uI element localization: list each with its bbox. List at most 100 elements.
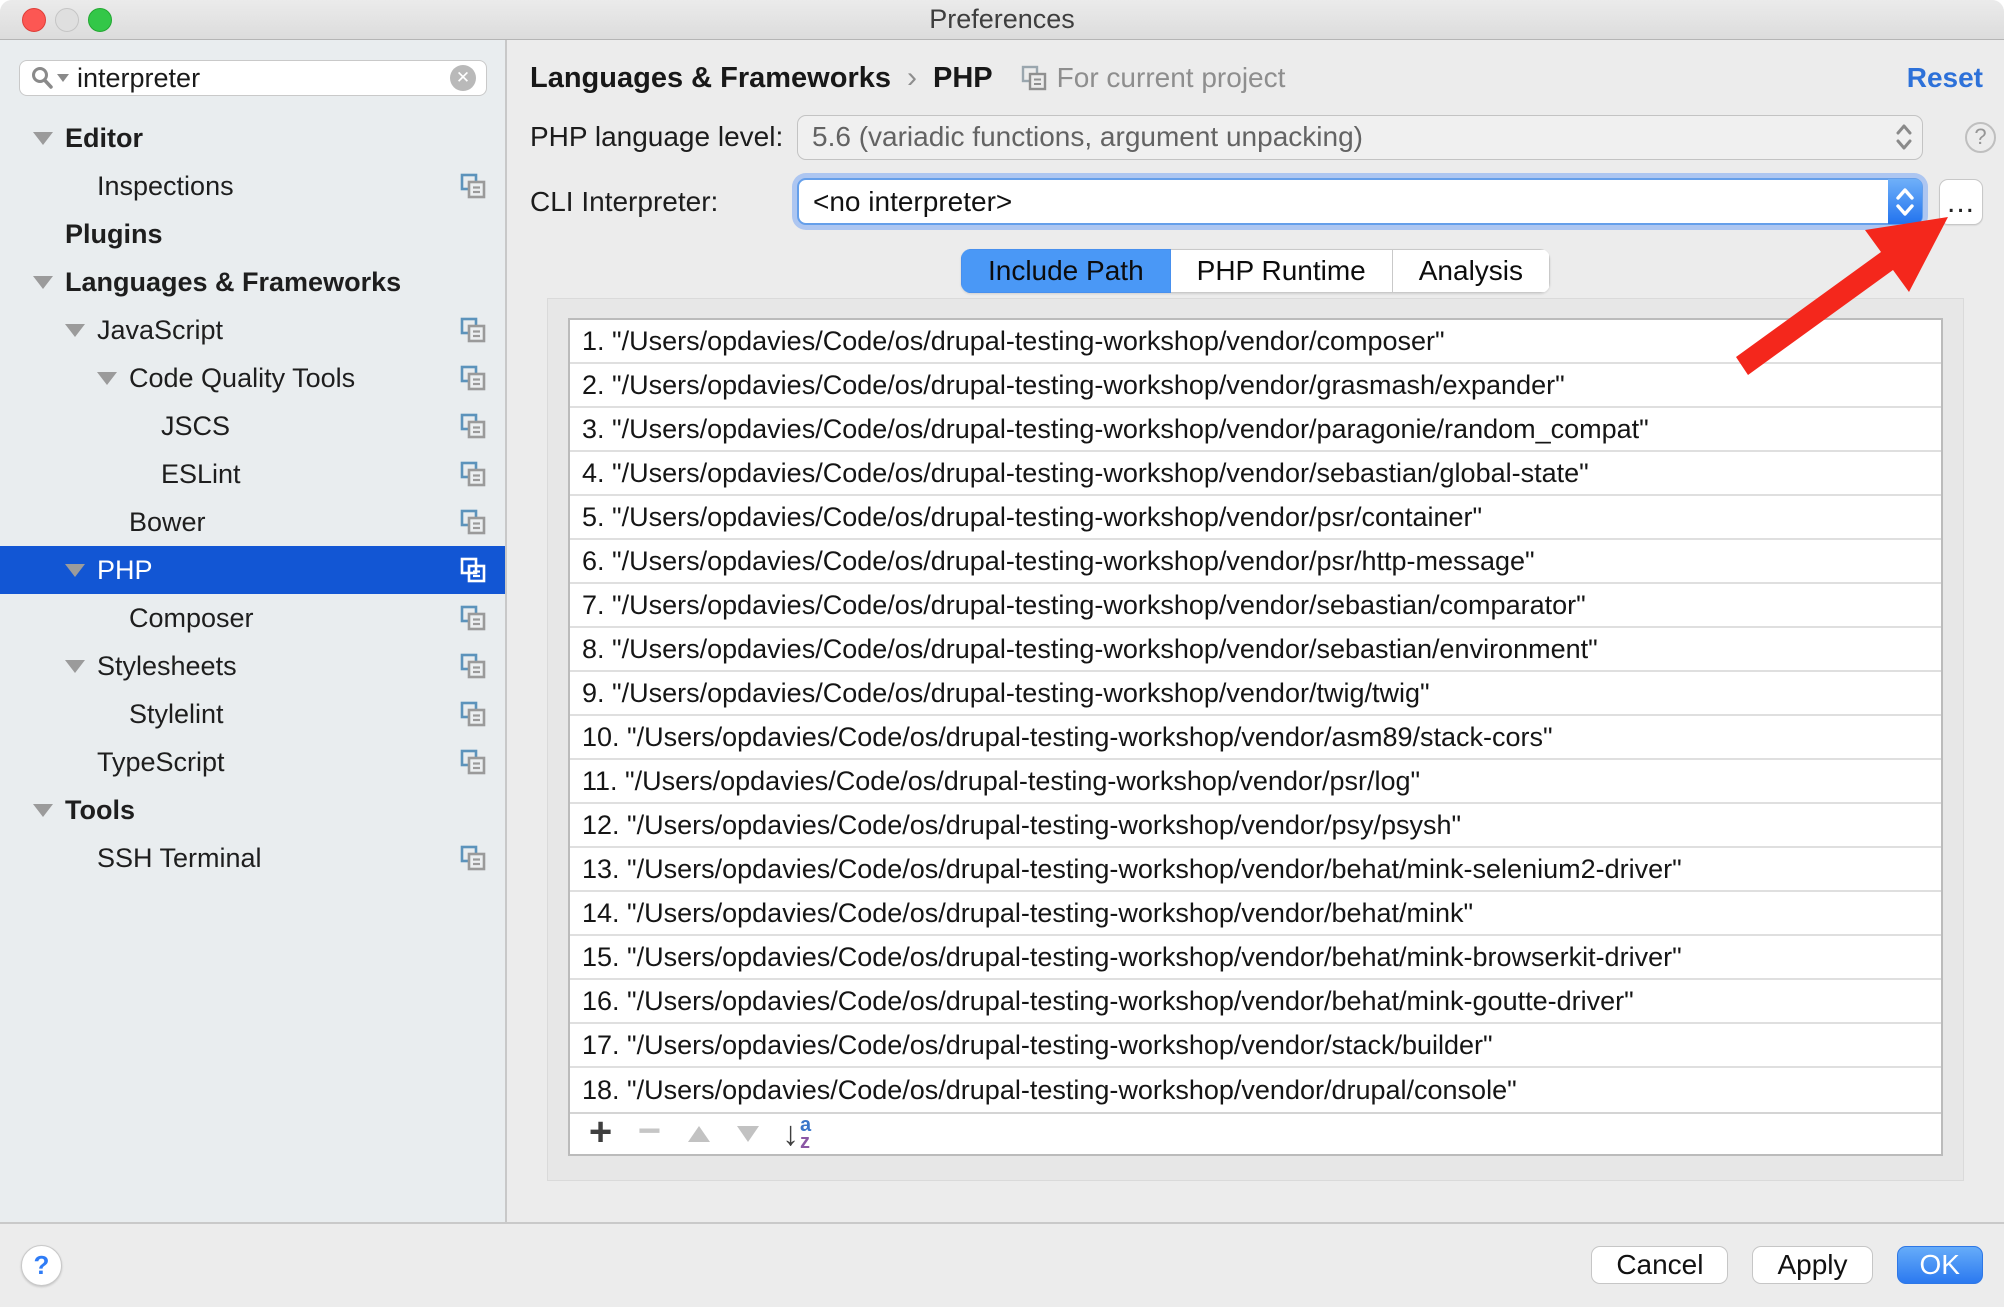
php-settings-tabs: Include PathPHP RuntimeAnalysis xyxy=(961,249,1550,293)
include-path-row[interactable]: 17. "/Users/opdavies/Code/os/drupal-test… xyxy=(570,1024,1941,1068)
sidebar-item-eslint[interactable]: ESLint xyxy=(0,450,505,498)
reset-link[interactable]: Reset xyxy=(1907,62,1983,94)
include-path-text: 15. "/Users/opdavies/Code/os/drupal-test… xyxy=(582,942,1682,973)
cli-interpreter-select[interactable]: <no interpreter> xyxy=(797,178,1923,225)
include-path-text: 6. "/Users/opdavies/Code/os/drupal-testi… xyxy=(582,546,1535,577)
search-options-caret-icon[interactable] xyxy=(57,74,69,82)
close-window-button[interactable] xyxy=(22,8,46,32)
include-path-row[interactable]: 6. "/Users/opdavies/Code/os/drupal-testi… xyxy=(570,540,1941,584)
sidebar-item-javascript[interactable]: JavaScript xyxy=(0,306,505,354)
disclosure-triangle-icon[interactable] xyxy=(33,132,65,145)
include-path-row[interactable]: 8. "/Users/opdavies/Code/os/drupal-testi… xyxy=(570,628,1941,672)
disclosure-triangle-icon[interactable] xyxy=(97,372,129,385)
sidebar-item-code-quality-tools[interactable]: Code Quality Tools xyxy=(0,354,505,402)
per-project-settings-icon xyxy=(460,701,487,728)
remove-path-button[interactable]: − xyxy=(625,1115,674,1154)
tab-include-path[interactable]: Include Path xyxy=(961,249,1171,293)
sidebar-item-label: ESLint xyxy=(161,459,241,490)
include-path-text: 9. "/Users/opdavies/Code/os/drupal-testi… xyxy=(582,678,1430,709)
sidebar-item-plugins[interactable]: Plugins xyxy=(0,210,505,258)
include-path-row[interactable]: 3. "/Users/opdavies/Code/os/drupal-testi… xyxy=(570,408,1941,452)
apply-button[interactable]: Apply xyxy=(1752,1246,1872,1284)
cli-interpreter-row: CLI Interpreter: <no interpreter> ... xyxy=(530,178,2004,225)
add-path-button[interactable]: + xyxy=(576,1114,625,1155)
disclosure-triangle-icon[interactable] xyxy=(65,564,97,577)
include-path-row[interactable]: 14. "/Users/opdavies/Code/os/drupal-test… xyxy=(570,892,1941,936)
per-project-settings-icon xyxy=(460,461,487,488)
include-path-panel: 1. "/Users/opdavies/Code/os/drupal-testi… xyxy=(547,298,1964,1181)
include-path-row[interactable]: 2. "/Users/opdavies/Code/os/drupal-testi… xyxy=(570,364,1941,408)
clear-search-icon[interactable]: ✕ xyxy=(450,65,476,91)
zoom-window-button[interactable] xyxy=(88,8,112,32)
sidebar-item-ssh-terminal[interactable]: SSH Terminal xyxy=(0,834,505,882)
breadcrumb: Languages & Frameworks › PHP For current… xyxy=(530,56,1983,100)
include-path-text: 17. "/Users/opdavies/Code/os/drupal-test… xyxy=(582,1030,1493,1061)
breadcrumb-parent[interactable]: Languages & Frameworks xyxy=(530,62,891,95)
sidebar-item-php[interactable]: PHP xyxy=(0,546,505,594)
include-path-row[interactable]: 10. "/Users/opdavies/Code/os/drupal-test… xyxy=(570,716,1941,760)
include-path-row[interactable]: 4. "/Users/opdavies/Code/os/drupal-testi… xyxy=(570,452,1941,496)
language-level-select[interactable]: 5.6 (variadic functions, argument unpack… xyxy=(797,115,1923,160)
sidebar-item-languages-frameworks[interactable]: Languages & Frameworks xyxy=(0,258,505,306)
sidebar-item-bower[interactable]: Bower xyxy=(0,498,505,546)
tab-php-runtime[interactable]: PHP Runtime xyxy=(1171,249,1393,293)
include-path-row[interactable]: 18. "/Users/opdavies/Code/os/drupal-test… xyxy=(570,1068,1941,1112)
disclosure-triangle-icon xyxy=(65,852,97,865)
plus-icon: + xyxy=(589,1110,612,1155)
php-settings-page: Languages & Frameworks › PHP For current… xyxy=(507,40,2004,1222)
settings-sidebar: interpreter ✕ EditorInspectionsPlugins La… xyxy=(0,40,507,1222)
include-path-text: 11. "/Users/opdavies/Code/os/drupal-test… xyxy=(582,766,1420,797)
search-input-value: interpreter xyxy=(77,63,200,94)
sidebar-item-tools[interactable]: Tools xyxy=(0,786,505,834)
ok-button[interactable]: OK xyxy=(1897,1246,1983,1284)
cancel-button[interactable]: Cancel xyxy=(1591,1246,1728,1284)
sidebar-item-composer[interactable]: Composer xyxy=(0,594,505,642)
disclosure-triangle-icon[interactable] xyxy=(65,324,97,337)
traffic-lights xyxy=(22,0,112,39)
disclosure-triangle-icon[interactable] xyxy=(33,804,65,817)
include-path-row[interactable]: 5. "/Users/opdavies/Code/os/drupal-testi… xyxy=(570,496,1941,540)
preferences-window: Preferences interpreter ✕ EditorInspecti… xyxy=(0,0,2004,1307)
sidebar-item-typescript[interactable]: TypeScript xyxy=(0,738,505,786)
include-path-text: 1. "/Users/opdavies/Code/os/drupal-testi… xyxy=(582,326,1445,357)
settings-search-field[interactable]: interpreter ✕ xyxy=(19,60,487,96)
sidebar-item-stylesheets[interactable]: Stylesheets xyxy=(0,642,505,690)
dialog-footer: ? Cancel Apply OK xyxy=(0,1222,2004,1306)
include-path-text: 14. "/Users/opdavies/Code/os/drupal-test… xyxy=(582,898,1473,929)
include-path-row[interactable]: 7. "/Users/opdavies/Code/os/drupal-testi… xyxy=(570,584,1941,628)
disclosure-triangle-icon xyxy=(97,708,129,721)
stepper-icon[interactable] xyxy=(1888,179,1922,224)
sidebar-item-inspections[interactable]: Inspections xyxy=(0,162,505,210)
disclosure-triangle-icon[interactable] xyxy=(65,660,97,673)
include-path-list: 1. "/Users/opdavies/Code/os/drupal-testi… xyxy=(570,320,1941,1112)
sort-alphabetically-button[interactable]: ↓ a z xyxy=(772,1115,821,1154)
include-path-row[interactable]: 15. "/Users/opdavies/Code/os/drupal-test… xyxy=(570,936,1941,980)
sidebar-item-label: JavaScript xyxy=(97,315,223,346)
disclosure-triangle-icon[interactable] xyxy=(33,276,65,289)
help-button[interactable]: ? xyxy=(21,1245,62,1286)
sidebar-item-stylelint[interactable]: Stylelint xyxy=(0,690,505,738)
include-path-row[interactable]: 1. "/Users/opdavies/Code/os/drupal-testi… xyxy=(570,320,1941,364)
minimize-window-button[interactable] xyxy=(55,8,79,32)
sidebar-item-jscs[interactable]: JSCS xyxy=(0,402,505,450)
per-project-settings-icon xyxy=(460,749,487,776)
move-up-button[interactable] xyxy=(674,1126,723,1142)
tab-analysis[interactable]: Analysis xyxy=(1393,249,1550,293)
sidebar-item-editor[interactable]: Editor xyxy=(0,114,505,162)
include-path-row[interactable]: 11. "/Users/opdavies/Code/os/drupal-test… xyxy=(570,760,1941,804)
include-path-text: 3. "/Users/opdavies/Code/os/drupal-testi… xyxy=(582,414,1649,445)
include-path-row[interactable]: 13. "/Users/opdavies/Code/os/drupal-test… xyxy=(570,848,1941,892)
browse-interpreters-button[interactable]: ... xyxy=(1939,179,1983,225)
sort-az-icon: a z xyxy=(800,1117,811,1151)
sidebar-item-label: Languages & Frameworks xyxy=(65,267,401,298)
include-path-row[interactable]: 16. "/Users/opdavies/Code/os/drupal-test… xyxy=(570,980,1941,1024)
per-project-settings-icon xyxy=(460,845,487,872)
move-down-button[interactable] xyxy=(723,1126,772,1142)
include-path-row[interactable]: 9. "/Users/opdavies/Code/os/drupal-testi… xyxy=(570,672,1941,716)
disclosure-triangle-icon xyxy=(97,612,129,625)
include-path-row[interactable]: 12. "/Users/opdavies/Code/os/drupal-test… xyxy=(570,804,1941,848)
include-path-text: 18. "/Users/opdavies/Code/os/drupal-test… xyxy=(582,1075,1517,1106)
language-level-help-button[interactable]: ? xyxy=(1965,122,1996,153)
list-toolbar: + − ↓ a xyxy=(570,1112,1941,1154)
breadcrumb-current: PHP xyxy=(933,62,993,95)
